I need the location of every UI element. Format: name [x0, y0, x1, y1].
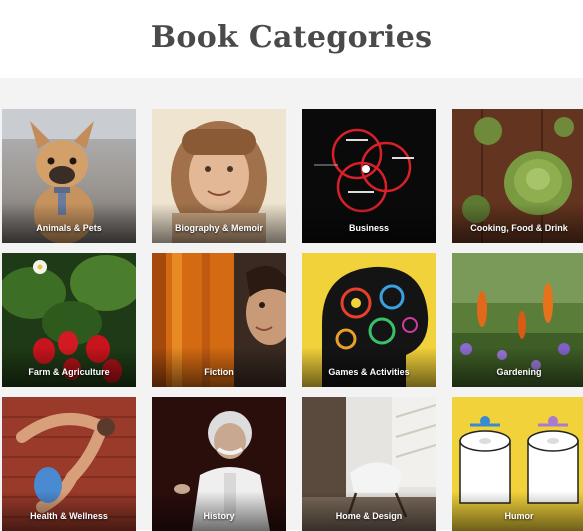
category-tile-gardening[interactable]: Gardening: [452, 253, 583, 387]
header: Book Categories: [0, 0, 583, 78]
category-label: Biography & Memoir: [174, 223, 263, 233]
category-tile-games-activities[interactable]: Games & Activities: [302, 253, 436, 387]
category-tile-humor[interactable]: Humor: [452, 397, 583, 531]
category-tile-cooking-food-drink[interactable]: Cooking, Food & Drink: [452, 109, 583, 243]
category-label: Gardening: [496, 367, 542, 377]
category-label: History: [203, 511, 235, 521]
category-label: Animals & Pets: [36, 223, 102, 233]
category-label: Cooking, Food & Drink: [470, 223, 568, 233]
category-tile-home-design[interactable]: Home & Design: [302, 397, 436, 531]
category-label: Humor: [504, 511, 534, 521]
category-tile-animals-pets[interactable]: Animals & Pets: [2, 109, 136, 243]
category-label: Business: [348, 223, 390, 233]
category-tile-biography-memoir[interactable]: Biography & Memoir: [152, 109, 286, 243]
category-grid: Animals & Pets Biography & Memoir Busine…: [0, 78, 583, 531]
category-tile-history[interactable]: History: [152, 397, 286, 531]
category-tile-farm-agriculture[interactable]: Farm & Agriculture: [2, 253, 136, 387]
page-title: Book Categories: [150, 20, 433, 55]
category-tile-fiction[interactable]: Fiction: [152, 253, 286, 387]
category-label: Games & Activities: [328, 367, 410, 377]
category-tile-health-wellness[interactable]: Health & Wellness: [2, 397, 136, 531]
category-label: Home & Design: [335, 511, 403, 521]
category-label: Farm & Agriculture: [28, 367, 110, 377]
category-label: Fiction: [204, 367, 234, 377]
category-tile-business[interactable]: Business: [302, 109, 436, 243]
category-label: Health & Wellness: [30, 511, 108, 521]
